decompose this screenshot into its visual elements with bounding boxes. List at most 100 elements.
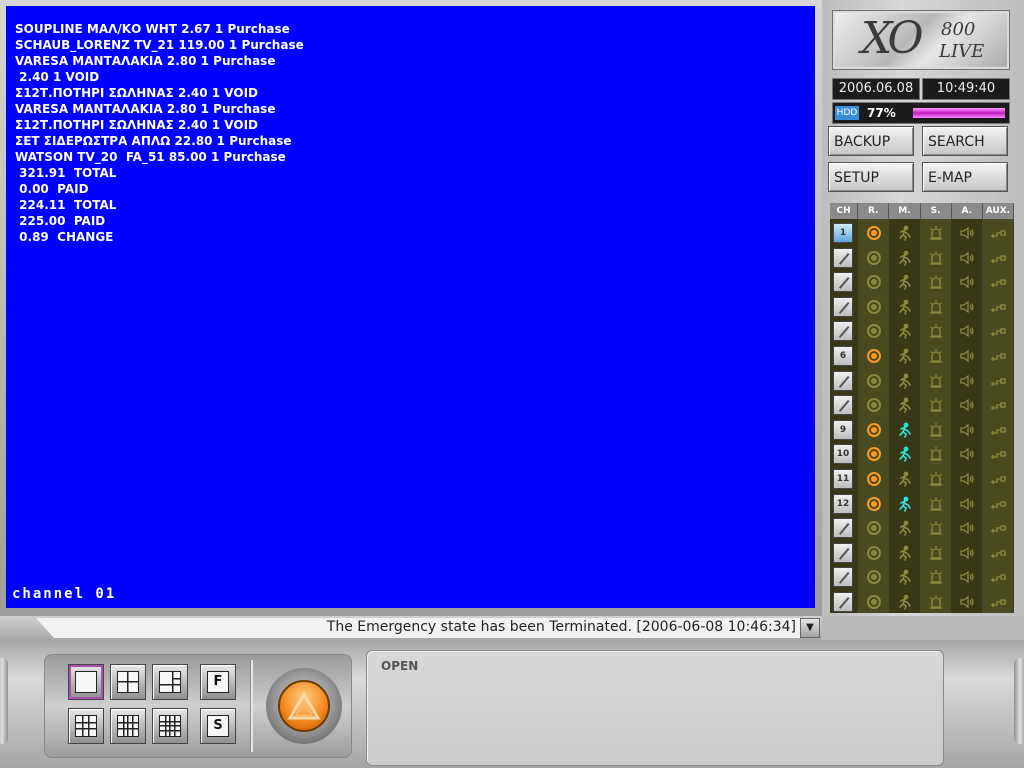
channel-select-button[interactable]: [833, 370, 853, 391]
audio-speaker-icon[interactable]: [959, 323, 975, 339]
sensor-alarm-icon[interactable]: [928, 471, 944, 487]
sensor-alarm-icon[interactable]: [928, 323, 944, 339]
status-dropdown-button[interactable]: ▼: [800, 618, 820, 638]
motion-icon[interactable]: [897, 397, 913, 413]
channel-select-button[interactable]: [833, 395, 853, 416]
motion-icon[interactable]: [897, 496, 913, 512]
aux-relay-icon[interactable]: [990, 520, 1006, 536]
left-handle[interactable]: [0, 658, 8, 744]
record-icon[interactable]: [866, 422, 882, 438]
record-icon[interactable]: [866, 545, 882, 561]
audio-speaker-icon[interactable]: [959, 225, 975, 241]
aux-relay-icon[interactable]: [990, 397, 1006, 413]
motion-icon[interactable]: [897, 299, 913, 315]
aux-relay-icon[interactable]: [990, 422, 1006, 438]
aux-relay-icon[interactable]: [990, 496, 1006, 512]
sixteen-view-button[interactable]: [152, 708, 188, 744]
audio-speaker-icon[interactable]: [959, 373, 975, 389]
sensor-alarm-icon[interactable]: [928, 594, 944, 610]
audio-speaker-icon[interactable]: [959, 397, 975, 413]
motion-icon[interactable]: [897, 545, 913, 561]
channel-select-button[interactable]: [833, 542, 853, 563]
channel-select-button[interactable]: 12: [833, 493, 853, 514]
audio-speaker-icon[interactable]: [959, 446, 975, 462]
fullscreen-button[interactable]: F: [200, 664, 236, 700]
record-icon[interactable]: [866, 594, 882, 610]
audio-speaker-icon[interactable]: [959, 299, 975, 315]
record-icon[interactable]: [866, 225, 882, 241]
video-screen[interactable]: SOUPLINE ΜΑΛ/ΚΟ WHT 2.67 1 Purchase SCHA…: [6, 6, 815, 608]
audio-speaker-icon[interactable]: [959, 422, 975, 438]
aux-relay-icon[interactable]: [990, 274, 1006, 290]
record-icon[interactable]: [866, 250, 882, 266]
channel-select-button[interactable]: [833, 321, 853, 342]
search-button[interactable]: SEARCH: [922, 126, 1008, 156]
sensor-alarm-icon[interactable]: [928, 520, 944, 536]
sensor-alarm-icon[interactable]: [928, 545, 944, 561]
record-icon[interactable]: [866, 496, 882, 512]
audio-speaker-icon[interactable]: [959, 250, 975, 266]
record-icon[interactable]: [866, 520, 882, 536]
sensor-alarm-icon[interactable]: [928, 299, 944, 315]
record-icon[interactable]: [866, 299, 882, 315]
channel-select-button[interactable]: 1: [833, 223, 853, 243]
six-view-button[interactable]: [152, 664, 188, 700]
aux-relay-icon[interactable]: [990, 250, 1006, 266]
quad-view-button[interactable]: [110, 664, 146, 700]
record-icon[interactable]: [866, 373, 882, 389]
channel-select-button[interactable]: [833, 272, 853, 293]
channel-select-button[interactable]: [833, 518, 853, 539]
sensor-alarm-icon[interactable]: [928, 348, 944, 364]
sensor-alarm-icon[interactable]: [928, 274, 944, 290]
setup-button[interactable]: SETUP: [828, 162, 914, 192]
sensor-alarm-icon[interactable]: [928, 422, 944, 438]
motion-icon[interactable]: [897, 225, 913, 241]
aux-relay-icon[interactable]: [990, 323, 1006, 339]
motion-icon[interactable]: [897, 373, 913, 389]
audio-speaker-icon[interactable]: [959, 569, 975, 585]
channel-select-button[interactable]: [833, 592, 853, 612]
audio-speaker-icon[interactable]: [959, 471, 975, 487]
record-icon[interactable]: [866, 471, 882, 487]
aux-relay-icon[interactable]: [990, 299, 1006, 315]
channel-select-button[interactable]: 11: [833, 469, 853, 489]
aux-relay-icon[interactable]: [990, 373, 1006, 389]
sensor-alarm-icon[interactable]: [928, 446, 944, 462]
audio-speaker-icon[interactable]: [959, 274, 975, 290]
single-view-button[interactable]: [68, 664, 104, 700]
motion-icon[interactable]: [897, 471, 913, 487]
nine-view-button[interactable]: [68, 708, 104, 744]
motion-icon[interactable]: [897, 250, 913, 266]
aux-relay-icon[interactable]: [990, 471, 1006, 487]
twelve-view-button[interactable]: [110, 708, 146, 744]
record-icon[interactable]: [866, 274, 882, 290]
motion-icon[interactable]: [897, 422, 913, 438]
channel-select-button[interactable]: 9: [833, 419, 853, 440]
audio-speaker-icon[interactable]: [959, 545, 975, 561]
motion-icon[interactable]: [897, 323, 913, 340]
channel-select-button[interactable]: 10: [833, 444, 853, 465]
motion-icon[interactable]: [897, 348, 913, 364]
motion-icon[interactable]: [897, 569, 913, 586]
aux-relay-icon[interactable]: [990, 545, 1006, 561]
motion-icon[interactable]: [897, 594, 913, 610]
audio-speaker-icon[interactable]: [959, 496, 975, 512]
record-icon[interactable]: [866, 569, 882, 585]
channel-select-button[interactable]: [833, 296, 853, 317]
sensor-alarm-icon[interactable]: [928, 373, 944, 389]
sensor-alarm-icon[interactable]: [928, 397, 944, 413]
backup-button[interactable]: BACKUP: [828, 126, 914, 156]
sensor-alarm-icon[interactable]: [928, 225, 944, 241]
sensor-alarm-icon[interactable]: [928, 569, 944, 585]
channel-select-button[interactable]: [833, 567, 853, 588]
channel-select-button[interactable]: 6: [833, 346, 853, 366]
emergency-button[interactable]: [266, 668, 342, 744]
audio-speaker-icon[interactable]: [959, 520, 975, 536]
emap-button[interactable]: E-MAP: [922, 162, 1008, 192]
record-icon[interactable]: [866, 397, 882, 413]
record-icon[interactable]: [866, 446, 882, 462]
sensor-alarm-icon[interactable]: [928, 250, 944, 266]
aux-relay-icon[interactable]: [990, 348, 1006, 364]
aux-relay-icon[interactable]: [990, 446, 1006, 462]
motion-icon[interactable]: [897, 520, 913, 536]
